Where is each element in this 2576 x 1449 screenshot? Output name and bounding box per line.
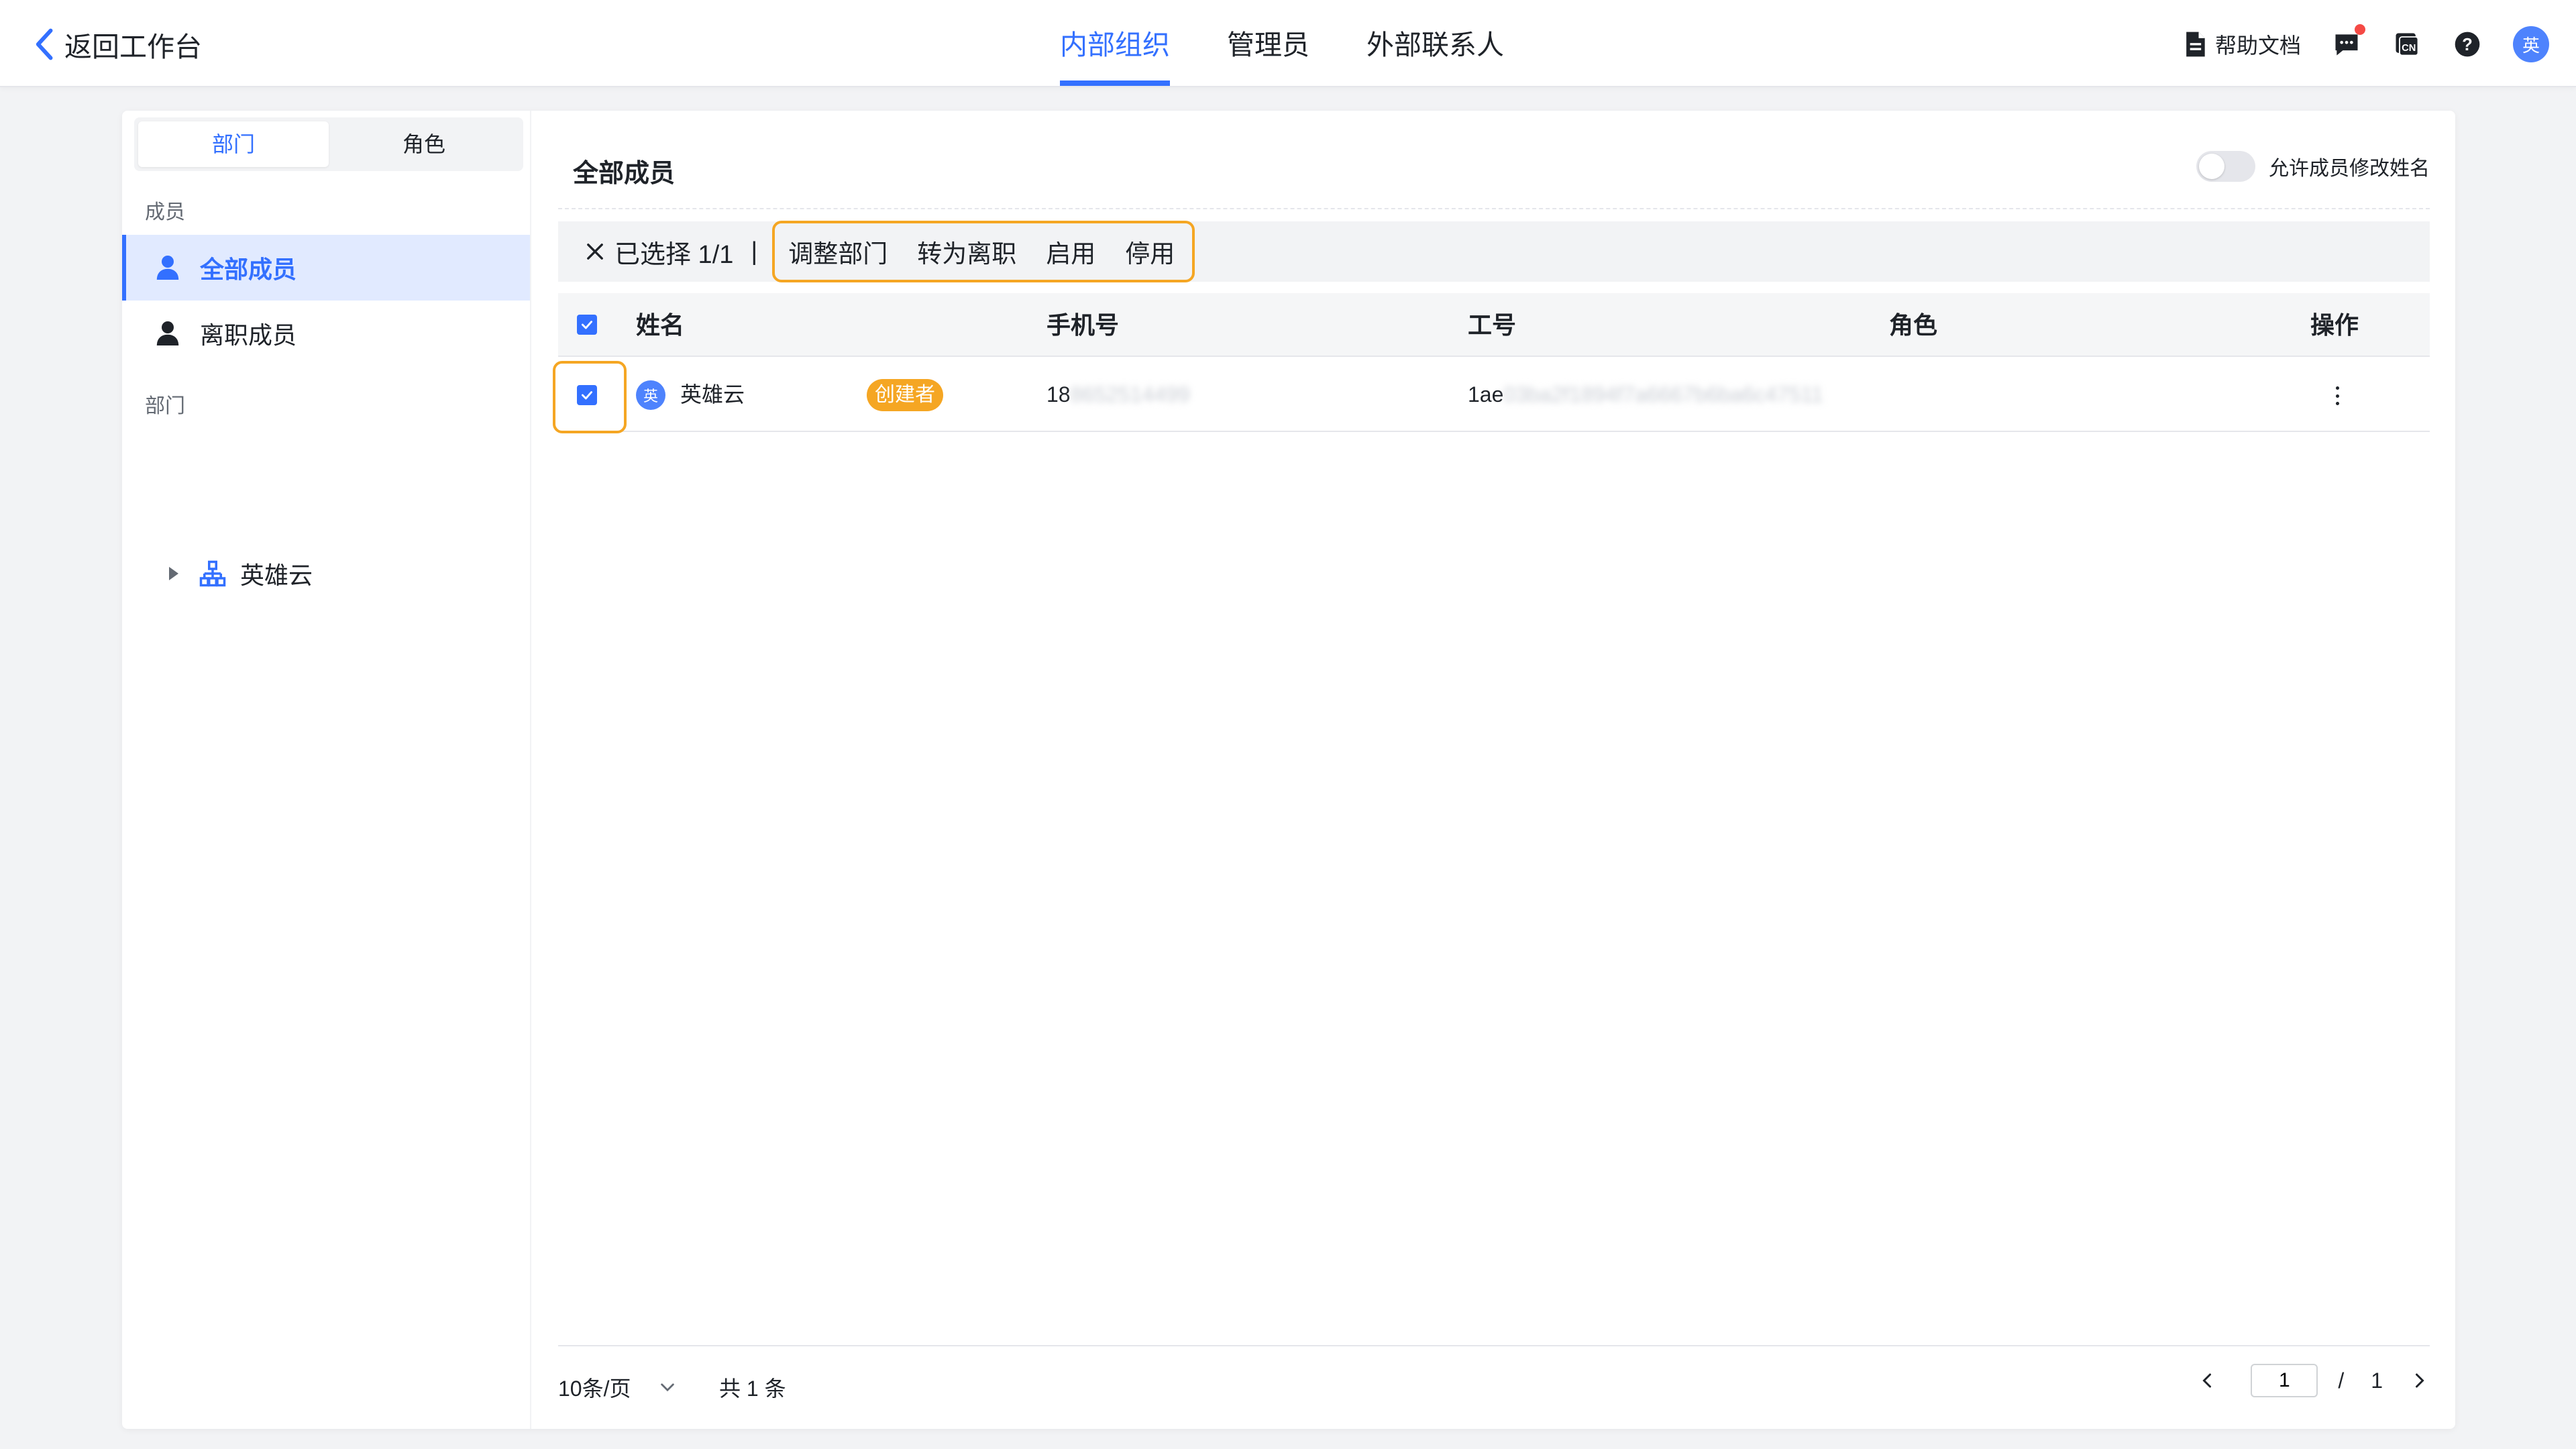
language-cn-icon: CN <box>2396 33 2419 56</box>
help-docs-button[interactable]: 帮助文档 <box>2180 29 2301 60</box>
column-header-job-number: 工号 <box>1468 311 1517 339</box>
caret-right-icon[interactable] <box>169 567 178 580</box>
page-title: 全部成员 <box>573 160 676 188</box>
close-icon[interactable] <box>584 240 606 263</box>
chevron-down-icon <box>660 1383 674 1392</box>
footer-divider <box>558 1345 2430 1346</box>
question-icon: ? <box>2455 32 2480 57</box>
chevron-right-icon[interactable] <box>2410 1371 2430 1391</box>
help-button[interactable]: ? <box>2453 30 2482 59</box>
avatar: 英 <box>2513 26 2549 62</box>
sidebar-divider <box>530 111 531 1429</box>
table-header: 姓名 手机号 工号 角色 操作 <box>558 293 2430 357</box>
allow-rename-setting: 允许成员修改姓名 <box>2196 151 2430 182</box>
dept-tree-node[interactable]: 英雄云 <box>156 553 313 594</box>
member-name: 英雄云 <box>680 382 745 407</box>
batch-action-bar: 已选择 1/1 | 调整部门 转为离职 启用 停用 <box>558 221 2430 282</box>
batch-actions-group: 调整部门 转为离职 启用 停用 <box>772 221 1195 282</box>
user-icon <box>156 256 179 280</box>
check-icon <box>581 391 593 400</box>
top-bar: 返回工作台 内部组织 管理员 外部联系人 帮助文档 CN ? 英 <box>0 0 2576 87</box>
mark-departed-button[interactable]: 转为离职 <box>917 233 1016 270</box>
sidebar-segment-switch: 部门 角色 <box>134 117 523 171</box>
chevron-left-icon[interactable] <box>2197 1371 2217 1391</box>
total-count: 共 1 条 <box>719 1377 786 1401</box>
tab-external-contacts[interactable]: 外部联系人 <box>1366 0 1504 87</box>
back-to-workbench-button[interactable]: 返回工作台 <box>34 24 202 64</box>
page-separator: / <box>2338 1368 2345 1393</box>
select-all-checkbox[interactable] <box>577 315 597 335</box>
sidebar-item-all-members[interactable]: 全部成员 <box>122 235 530 301</box>
top-right-tools: 帮助文档 CN ? 英 <box>2149 24 2549 64</box>
adjust-department-button[interactable]: 调整部门 <box>788 233 888 270</box>
column-header-actions: 操作 <box>2310 311 2359 339</box>
segment-roles[interactable]: 角色 <box>329 121 519 167</box>
pagination: / 1 <box>2197 1364 2430 1397</box>
row-checkbox[interactable] <box>577 385 597 405</box>
member-phone: 188652514499 <box>1046 357 1190 432</box>
language-button[interactable]: CN <box>2392 30 2422 59</box>
messages-button[interactable] <box>2332 24 2365 59</box>
column-header-name: 姓名 <box>636 311 685 339</box>
phone-blurred-part: 8652514499 <box>1070 382 1190 407</box>
departments-section-label: 部门 <box>145 395 185 417</box>
job-number-visible-part: 1ae <box>1468 382 1504 407</box>
main-tabs: 内部组织 管理员 外部联系人 <box>1060 0 1561 87</box>
dept-tree-label: 英雄云 <box>240 561 313 589</box>
divider <box>558 208 2430 209</box>
sidebar-item-label: 离职成员 <box>200 321 297 349</box>
table-row[interactable]: 英 英雄云 创建者 188652514499 1ae03ba2f1894f7a6… <box>553 357 2430 433</box>
page-size-select[interactable]: 10条/页 <box>558 1372 677 1403</box>
back-label: 返回工作台 <box>64 32 202 62</box>
user-icon <box>156 321 179 345</box>
svg-text:?: ? <box>2462 36 2473 54</box>
segment-departments[interactable]: 部门 <box>138 121 329 167</box>
main-panel: 全部成员 允许成员修改姓名 已选择 1/1 | 调整部门 转为离职 启用 停用 … <box>553 111 2430 1429</box>
sidebar: 部门 角色 成员 全部成员 离职成员 部门 英雄云 <box>122 111 530 1429</box>
allow-rename-toggle[interactable] <box>2196 151 2255 182</box>
tab-internal-org[interactable]: 内部组织 <box>1060 0 1170 87</box>
notification-dot <box>2355 24 2365 35</box>
enable-button[interactable]: 启用 <box>1046 233 1095 270</box>
member-job-number: 1ae03ba2f1894f7a6667b6ba6c47511 <box>1468 357 1823 432</box>
members-section-label: 成员 <box>145 201 185 223</box>
phone-visible-part: 18 <box>1046 382 1071 407</box>
selected-count: 已选择 1/1 <box>614 240 734 269</box>
separator: | <box>751 237 758 266</box>
check-icon <box>581 321 593 329</box>
sidebar-item-label: 全部成员 <box>200 256 297 283</box>
creator-badge: 创建者 <box>867 379 943 411</box>
allow-rename-label: 允许成员修改姓名 <box>2269 158 2430 180</box>
document-icon <box>2186 32 2205 57</box>
org-chart-icon <box>199 560 226 587</box>
chevron-left-icon <box>36 28 53 60</box>
job-number-blurred-part: 03ba2f1894f7a6667b6ba6c47511 <box>1503 382 1823 407</box>
more-actions-icon[interactable] <box>2330 382 2344 409</box>
column-header-role: 角色 <box>1889 311 1938 339</box>
help-docs-label: 帮助文档 <box>2214 34 2301 58</box>
column-header-phone: 手机号 <box>1046 311 1120 339</box>
sidebar-item-departed-members[interactable]: 离职成员 <box>122 301 530 366</box>
page-number-input[interactable] <box>2251 1364 2318 1397</box>
page-size-label: 10条/页 <box>558 1377 631 1401</box>
tab-admins[interactable]: 管理员 <box>1227 0 1309 87</box>
user-avatar-button[interactable]: 英 <box>2513 26 2549 62</box>
content-card: 部门 角色 成员 全部成员 离职成员 部门 英雄云 全部成员 允许成员修改姓名 <box>122 111 2455 1429</box>
language-label: CN <box>2402 43 2416 54</box>
disable-button[interactable]: 停用 <box>1125 233 1175 270</box>
total-pages: 1 <box>2371 1368 2383 1393</box>
avatar: 英 <box>636 380 665 410</box>
